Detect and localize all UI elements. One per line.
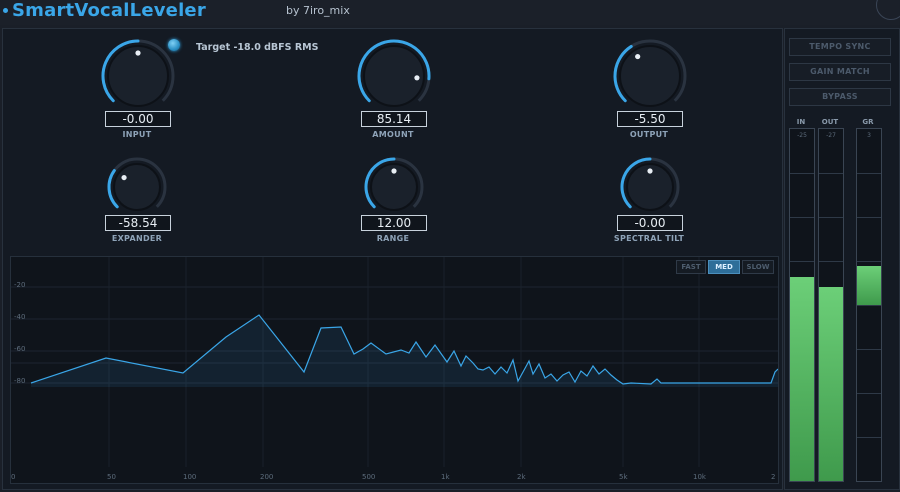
meter-in: -25 <box>789 128 815 482</box>
meter-gridline <box>819 217 843 218</box>
meter-gridline <box>857 437 881 438</box>
meter-gr-value: 3 <box>867 132 871 139</box>
db-label: -20 <box>14 281 25 289</box>
meter-gridline <box>857 393 881 394</box>
meter-gridline <box>857 349 881 350</box>
byline: by 7iro_mix <box>286 4 350 17</box>
expander-knob[interactable] <box>106 156 168 218</box>
freq-label: 0 <box>11 473 15 481</box>
speed-slow-button[interactable]: SLOW <box>742 260 774 274</box>
db-label: -60 <box>14 345 25 353</box>
output-label: OUTPUT <box>629 130 669 139</box>
meter-fill <box>790 276 814 481</box>
output-knob[interactable] <box>612 38 688 114</box>
amount-label: AMOUNT <box>372 130 414 139</box>
freq-label: 10k <box>693 473 707 481</box>
freq-label: 200 <box>260 473 273 481</box>
amount-value[interactable]: 85.14 <box>361 111 427 127</box>
title-dot-icon <box>3 8 8 13</box>
meter-out-label: OUT <box>821 118 839 126</box>
tempo-sync-button[interactable]: TEMPO SYNC <box>789 38 891 56</box>
meter-gridline <box>857 261 881 262</box>
freq-label: 500 <box>362 473 375 481</box>
amount-knob[interactable] <box>356 38 432 114</box>
range-value[interactable]: 12.00 <box>361 215 427 231</box>
spectral-tilt-knob[interactable] <box>619 156 681 218</box>
expander-value[interactable]: -58.54 <box>105 215 171 231</box>
range-label: RANGE <box>376 234 410 243</box>
meter-out: -27 <box>818 128 844 482</box>
header-bar: SmartVocalLeveler by 7iro_mix <box>0 0 900 25</box>
meter-gridline <box>790 173 814 174</box>
input-value[interactable]: -0.00 <box>105 111 171 127</box>
meter-gridline <box>819 261 843 262</box>
expander-label: EXPANDER <box>111 234 163 243</box>
bypass-button[interactable]: BYPASS <box>789 88 891 106</box>
target-readout: Target -18.0 dBFS RMS <box>196 42 319 53</box>
speed-med-button[interactable]: MED <box>708 260 740 274</box>
speed-fast-button[interactable]: FAST <box>676 260 706 274</box>
spectral-tilt-value[interactable]: -0.00 <box>617 215 683 231</box>
freq-label: 2k <box>517 473 526 481</box>
input-knob[interactable] <box>100 38 176 114</box>
freq-label: 100 <box>183 473 196 481</box>
meter-out-value: -27 <box>826 132 836 139</box>
app-title: SmartVocalLeveler <box>12 0 206 21</box>
spectrum-analyzer: -20 -40 -60 -80 0 50 100 200 500 1k 2k 5… <box>10 256 779 484</box>
range-knob[interactable] <box>363 156 425 218</box>
spectral-tilt-label: SPECTRAL TILT <box>613 234 685 243</box>
gain-match-button[interactable]: GAIN MATCH <box>789 63 891 81</box>
meter-gridline <box>790 217 814 218</box>
meter-gridline <box>857 173 881 174</box>
meter-fill <box>819 287 843 481</box>
meter-gridline <box>857 217 881 218</box>
freq-label: 1k <box>441 473 450 481</box>
spectrum-graph: -20 -40 -60 -80 0 50 100 200 500 1k 2k 5… <box>11 257 778 481</box>
db-label: -80 <box>14 377 25 385</box>
input-label: INPUT <box>122 130 152 139</box>
meter-gr-label: GR <box>862 118 874 126</box>
meter-gridline <box>790 261 814 262</box>
freq-label: 50 <box>107 473 116 481</box>
freq-label: 5k <box>619 473 628 481</box>
db-label: -40 <box>14 313 25 321</box>
freq-label: 2 <box>771 473 775 481</box>
meter-gr: 3 <box>856 128 882 482</box>
output-value[interactable]: -5.50 <box>617 111 683 127</box>
meter-in-value: -25 <box>797 132 807 139</box>
meter-gridline <box>857 305 881 306</box>
meter-in-label: IN <box>796 118 806 126</box>
corner-circle-icon <box>876 0 900 20</box>
meter-gridline <box>819 173 843 174</box>
meter-fill <box>857 266 881 305</box>
